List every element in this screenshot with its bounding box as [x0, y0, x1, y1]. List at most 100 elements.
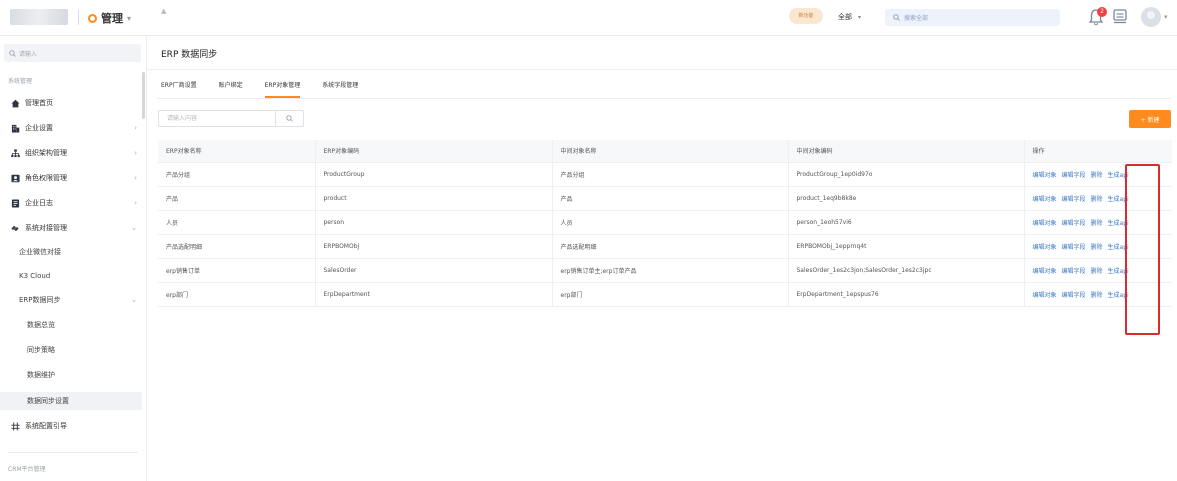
row-actions: 编辑对象 编辑字段 删除 生成api	[1024, 234, 1172, 259]
notification-bell-icon[interactable]: 2	[1088, 7, 1107, 26]
sidebar-item-label: 企业微信对接	[19, 248, 61, 256]
user-avatar[interactable]	[1141, 7, 1161, 27]
generate-api-link[interactable]: 生成api	[1108, 290, 1129, 299]
sidebar-item-label: ERP数据同步	[19, 296, 61, 304]
edit-object-link[interactable]: 编辑对象	[1033, 170, 1057, 179]
table-cell: erp销售订单主;erp订单产品	[552, 258, 789, 283]
sidebar: 请输入 系统管理 管理首页 企业设置 › 组织架构管理 › 角色权限管理 › 企…	[0, 36, 147, 481]
role-icon	[10, 173, 20, 183]
sidebar-item-wecom-integration[interactable]: 企业微信对接	[0, 243, 142, 261]
edit-fields-link[interactable]: 编辑字段	[1062, 194, 1086, 203]
generate-api-link[interactable]: 生成api	[1108, 242, 1129, 251]
delete-link[interactable]: 删除	[1091, 194, 1103, 203]
filter-search-button[interactable]	[275, 111, 303, 126]
column-header: 中间对象名称	[552, 140, 789, 163]
sidebar-item-k3-cloud[interactable]: K3 Cloud	[0, 267, 142, 285]
sidebar-item-sync-settings[interactable]: 数据同步设置	[0, 392, 142, 410]
message-icon[interactable]	[1112, 8, 1128, 24]
search-scope-select[interactable]: 全部 ▾	[838, 12, 861, 22]
row-actions: 编辑对象 编辑字段 删除 生成api	[1024, 210, 1172, 235]
sidebar-item-erp-sync[interactable]: ERP数据同步 ⌄	[0, 291, 142, 309]
global-search-input[interactable]: 搜索全部	[885, 9, 1060, 26]
app-ring-icon	[88, 13, 97, 23]
promo-badge[interactable]: 新功能	[789, 8, 823, 24]
delete-link[interactable]: 删除	[1091, 290, 1103, 299]
search-icon	[286, 115, 293, 122]
sidebar-item-data-overview[interactable]: 数据总览	[0, 316, 142, 334]
sidebar-search-input[interactable]: 请输入	[4, 44, 141, 62]
sidebar-item-sync-strategy[interactable]: 同步策略	[0, 341, 142, 359]
sidebar-item-company-settings[interactable]: 企业设置 ›	[0, 119, 142, 137]
table-cell: 产品分组	[158, 162, 316, 187]
table-cell: ErpDepartment	[315, 282, 553, 307]
delete-link[interactable]: 删除	[1091, 266, 1103, 275]
row-actions: 编辑对象 编辑字段 删除 生成api	[1024, 282, 1172, 307]
sidebar-item-label: 数据同步设置	[27, 397, 69, 405]
sidebar-item-config-guide[interactable]: 系统配置引导	[0, 417, 142, 435]
edit-fields-link[interactable]: 编辑字段	[1062, 218, 1086, 227]
table-cell: 产品	[552, 186, 789, 211]
filter-input[interactable]: 请输入内容	[159, 111, 275, 126]
chevron-right-icon: ›	[134, 124, 137, 132]
table-cell: ProductGroup_1ep0id97o	[788, 162, 1025, 187]
chevron-down-icon: ⌄	[131, 224, 137, 232]
tab-system-field-management[interactable]: 系统字段管理	[322, 80, 358, 98]
generate-api-link[interactable]: 生成api	[1108, 218, 1129, 227]
edit-fields-link[interactable]: 编辑字段	[1062, 266, 1086, 275]
edit-object-link[interactable]: 编辑对象	[1033, 194, 1057, 203]
sidebar-scrollbar[interactable]	[142, 72, 145, 119]
generate-api-link[interactable]: 生成api	[1108, 194, 1129, 203]
edit-object-link[interactable]: 编辑对象	[1033, 218, 1057, 227]
sidebar-section-label: 系统管理	[8, 78, 33, 85]
company-logo	[10, 9, 68, 25]
header-divider	[78, 10, 79, 25]
table-cell: SalesOrder	[315, 258, 553, 283]
table-row: 产品 product 产品 product_1eq9b8k8e 编辑对象 编辑字…	[158, 186, 1172, 211]
collapse-up-icon[interactable]: ▲	[161, 7, 166, 15]
tab-erp-vendor-settings[interactable]: ERP厂商设置	[161, 80, 197, 98]
sidebar-divider	[8, 452, 138, 453]
table-cell: ERPBOMObj_1epprnq4t	[788, 234, 1025, 259]
edit-object-link[interactable]: 编辑对象	[1033, 242, 1057, 251]
search-icon	[9, 49, 16, 57]
edit-fields-link[interactable]: 编辑字段	[1062, 170, 1086, 179]
org-chart-icon	[10, 148, 20, 158]
table-cell: person_1eoh57vi6	[788, 210, 1025, 235]
sidebar-item-label: 数据总览	[27, 321, 55, 329]
new-object-button[interactable]: + 新建	[1129, 110, 1171, 128]
table-row: 产品分组 ProductGroup 产品分组 ProductGroup_1ep0…	[158, 162, 1172, 187]
sidebar-item-company-log[interactable]: 企业日志 ›	[0, 194, 142, 212]
table-header-row: ERP对象名称 ERP对象编码 中间对象名称 中间对象编码 操作	[158, 140, 1172, 163]
filter-search: 请输入内容	[158, 110, 304, 127]
sidebar-item-label: 组织架构管理	[25, 149, 67, 157]
grid-hash-icon	[10, 421, 20, 431]
table-cell: ErpDepartment_1epspus76	[788, 282, 1025, 307]
sidebar-item-data-maintenance[interactable]: 数据维护	[0, 366, 142, 384]
generate-api-link[interactable]: 生成api	[1108, 170, 1129, 179]
generate-api-link[interactable]: 生成api	[1108, 266, 1129, 275]
sidebar-item-org-structure[interactable]: 组织架构管理 ›	[0, 144, 142, 162]
table-cell: 产品选配明细	[158, 234, 316, 259]
delete-link[interactable]: 删除	[1091, 170, 1103, 179]
main-content: ERP 数据同步 ERP厂商设置 账户绑定 ERP对象管理 系统字段管理 请输入…	[147, 36, 1177, 481]
table-cell: 人员	[552, 210, 789, 235]
table-row: erp部门 ErpDepartment erp部门 ErpDepartment_…	[158, 282, 1172, 307]
edit-object-link[interactable]: 编辑对象	[1033, 290, 1057, 299]
chevron-right-icon: ›	[134, 199, 137, 207]
sidebar-item-home[interactable]: 管理首页	[0, 94, 142, 112]
table-cell: product_1eq9b8k8e	[788, 186, 1025, 211]
delete-link[interactable]: 删除	[1091, 242, 1103, 251]
tab-erp-object-management[interactable]: ERP对象管理	[264, 80, 300, 98]
table-row: 人员 person 人员 person_1eoh57vi6 编辑对象 编辑字段 …	[158, 210, 1172, 235]
column-header: 操作	[1024, 140, 1172, 163]
delete-link[interactable]: 删除	[1091, 218, 1103, 227]
sidebar-item-role-permissions[interactable]: 角色权限管理 ›	[0, 169, 142, 187]
edit-object-link[interactable]: 编辑对象	[1033, 266, 1057, 275]
chevron-down-icon[interactable]: ▾	[1164, 13, 1168, 21]
sidebar-item-system-integration[interactable]: 系统对接管理 ⌄	[0, 219, 142, 237]
edit-fields-link[interactable]: 编辑字段	[1062, 242, 1086, 251]
app-switcher[interactable]: 管理 ▾	[88, 10, 131, 26]
edit-fields-link[interactable]: 编辑字段	[1062, 290, 1086, 299]
tab-account-binding[interactable]: 账户绑定	[219, 80, 243, 98]
sidebar-item-label: 系统对接管理	[25, 224, 67, 232]
